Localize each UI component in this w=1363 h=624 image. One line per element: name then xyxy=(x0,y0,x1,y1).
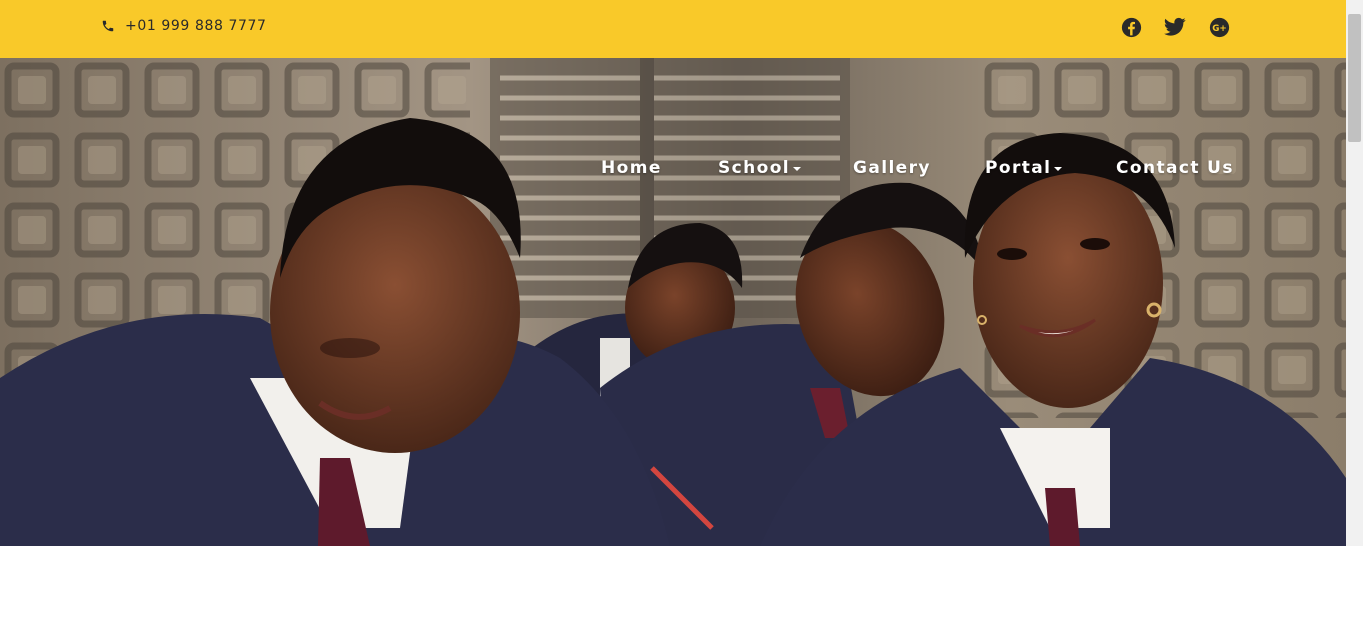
nav-contact-us[interactable]: Contact Us xyxy=(1116,158,1234,178)
main-nav: Home School Gallery Portal Contact Us xyxy=(0,158,1346,184)
students-in-classroom-photo xyxy=(0,58,1346,546)
google-plus-icon[interactable]: G+ xyxy=(1208,16,1230,38)
phone-contact[interactable]: +01 999 888 7777 xyxy=(101,16,267,36)
nav-contact-us-label: Contact Us xyxy=(1116,158,1234,178)
caret-down-icon xyxy=(793,167,802,171)
top-bar: +01 999 888 7777 G+ xyxy=(0,0,1346,58)
nav-gallery-label: Gallery xyxy=(853,158,931,178)
scrollbar[interactable] xyxy=(1346,0,1363,546)
caret-down-icon xyxy=(1054,167,1063,171)
nav-school-label: School xyxy=(718,158,791,178)
scrollbar-thumb[interactable] xyxy=(1348,14,1361,142)
hero-banner: Home School Gallery Portal Contact Us xyxy=(0,58,1346,546)
social-links: G+ xyxy=(1120,16,1230,38)
page: +01 999 888 7777 G+ Home School Gallery … xyxy=(0,0,1363,624)
nav-home-label: Home xyxy=(601,158,662,178)
facebook-icon[interactable] xyxy=(1120,16,1142,38)
svg-text:G+: G+ xyxy=(1212,24,1227,34)
phone-icon xyxy=(101,19,115,33)
content-area xyxy=(0,546,1363,624)
phone-number: +01 999 888 7777 xyxy=(125,18,267,34)
nav-school[interactable]: School xyxy=(718,158,802,178)
nav-portal-label: Portal xyxy=(985,158,1052,178)
nav-portal[interactable]: Portal xyxy=(985,158,1063,178)
nav-gallery[interactable]: Gallery xyxy=(853,158,931,178)
nav-home[interactable]: Home xyxy=(601,158,662,178)
twitter-icon[interactable] xyxy=(1164,16,1186,38)
